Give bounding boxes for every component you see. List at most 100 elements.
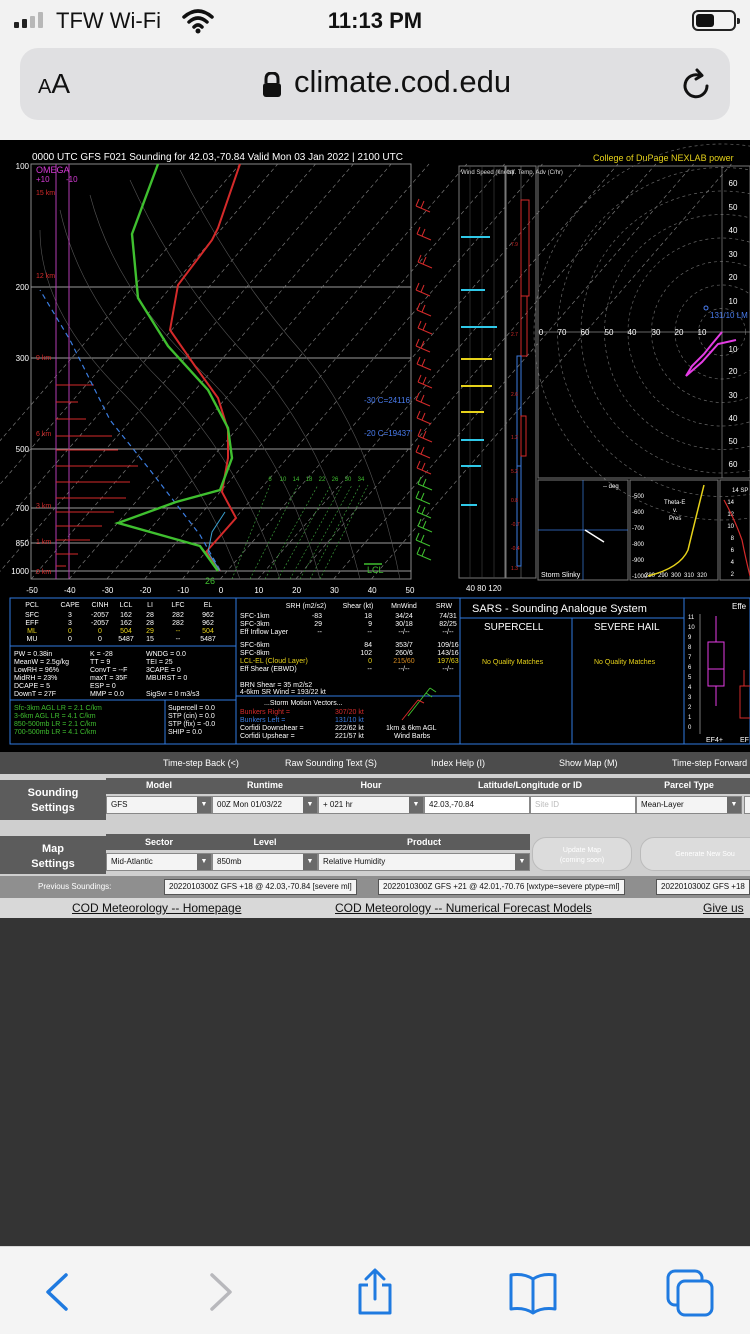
kin-cell: --: [317, 629, 322, 636]
thermo-index: WNDG = 0.0: [146, 651, 186, 658]
parcel-cell: 15: [146, 636, 154, 643]
wind-barbs: [415, 198, 433, 561]
give-us-link[interactable]: Give us: [703, 901, 744, 915]
wind-speed-bars: [461, 236, 497, 506]
thermo-index: ESP = 0: [90, 683, 116, 690]
hodograph-ring-label: 30: [729, 250, 738, 259]
tabs-icon[interactable]: [666, 1267, 716, 1317]
level-minus-30: -30 C=24116': [364, 396, 412, 405]
kin-cell: 74/31: [439, 613, 457, 620]
update-map-button[interactable]: Update Map (coming soon): [532, 837, 632, 871]
parcel-header: LCL: [120, 602, 133, 609]
timestep-forward-link[interactable]: Time-step Forward: [672, 758, 747, 768]
boxplot-axis-label: 5: [688, 675, 692, 681]
reload-icon[interactable]: [680, 68, 712, 107]
runtime-select[interactable]: 00Z Mon 01/03/22 ▼: [212, 796, 318, 814]
site-id-input[interactable]: Site ID: [530, 796, 636, 814]
parcel-cell: 962: [202, 612, 214, 619]
parcel-cell: 0: [68, 636, 72, 643]
wind-barb-flag: [416, 302, 421, 311]
hour-select[interactable]: + 021 hr ▼: [318, 796, 424, 814]
wind-barb: [415, 399, 431, 407]
agl-wind-barbs: [401, 687, 437, 721]
parcel-cell: 282: [172, 620, 184, 627]
previous-sounding-2[interactable]: 2022010300Z GFS +21 @ 42.01,-70.76 [wxty…: [378, 879, 625, 895]
wind-barb-flag: [421, 548, 426, 557]
temp-adv-value: 1.2: [511, 435, 518, 441]
parcel-header: PCL: [25, 602, 39, 609]
wind-barb: [417, 435, 433, 443]
bookmarks-icon[interactable]: [508, 1267, 558, 1317]
pressure-label: 200: [16, 283, 30, 292]
kin-header: SRW: [436, 603, 453, 610]
hodograph-ring-label: 30: [729, 391, 738, 400]
wind-barb-flag: [416, 356, 421, 365]
level-select[interactable]: 850mb ▼: [212, 853, 318, 871]
latlon-input[interactable]: 42.03,-70.84: [424, 796, 530, 814]
index-help-link[interactable]: Index Help (I): [431, 758, 485, 768]
kin-cell: 215/60: [393, 658, 415, 665]
chevron-down-icon: ▼: [197, 854, 211, 870]
theta-e-label: Pres: [669, 516, 681, 522]
parcel-cell: 0: [98, 628, 102, 635]
thermo-index: 3CAPE = 0: [146, 667, 181, 674]
col-hour: Hour: [360, 780, 382, 790]
show-map-link[interactable]: Show Map (M): [559, 758, 618, 768]
wind-barb-flag: [421, 412, 426, 421]
sector-select[interactable]: Mid-Atlantic ▼: [106, 853, 212, 871]
surface-temp-label: 26: [205, 576, 215, 586]
forward-arrow-icon[interactable]: [194, 1267, 244, 1317]
previous-sounding-1[interactable]: 2022010300Z GFS +18 @ 42.03,-70.84 [seve…: [164, 879, 357, 895]
model-select[interactable]: GFS ▼: [106, 796, 212, 814]
pressure-label: 700: [16, 504, 30, 513]
temp-axis-label: -20: [140, 586, 152, 595]
mixing-ratio-label: 18: [306, 477, 313, 483]
url-text[interactable]: climate.cod.edu: [294, 64, 511, 100]
raw-sounding-text-link[interactable]: Raw Sounding Text (S): [285, 758, 377, 768]
hodograph-vector-label: 131/10 LM: [710, 311, 748, 320]
kin-cell: --: [367, 666, 372, 673]
kin-cell: 260/6: [395, 650, 413, 657]
text-size-button[interactable]: AA: [38, 68, 70, 100]
mixing-ratio-labels: 6 10 14 18 22 26 30 34: [268, 477, 365, 483]
cod-homepage-link[interactable]: COD Meteorology -- Homepage: [72, 901, 241, 915]
product-select[interactable]: Relative Humidity ▼: [318, 853, 530, 871]
hodograph-ring-label: 60: [581, 328, 590, 337]
boxplot-axis-label: 3: [688, 695, 692, 701]
wind-barb-flag: [416, 504, 421, 513]
extra-select[interactable]: [744, 796, 750, 814]
wind-barbs-label-2: Wind Barbs: [394, 733, 431, 740]
parcel-trace: [39, 289, 221, 571]
storm-slinky-label: Storm Slinky: [541, 572, 581, 579]
generate-sounding-button[interactable]: Generate New Sou: [640, 837, 750, 871]
cod-models-link[interactable]: COD Meteorology -- Numerical Forecast Mo…: [335, 901, 592, 915]
bunkers-right-value: 307/20 kt: [335, 709, 364, 716]
browser-address-area: AA climate.cod.edu: [0, 42, 750, 140]
temp-axis-label: -30: [102, 586, 114, 595]
theta-e-pressure: -600: [632, 510, 645, 516]
address-bar[interactable]: AA climate.cod.edu: [20, 48, 730, 120]
wind-barb-flag: [422, 322, 427, 331]
previous-sounding-3[interactable]: 2022010300Z GFS +18: [656, 879, 750, 895]
share-icon[interactable]: [350, 1267, 400, 1317]
hail-axis-label: 4: [731, 560, 735, 566]
kin-label: SFC-3km: [240, 621, 270, 628]
lapse-rate: 700-500mb LR = 4.1 C/km: [14, 729, 96, 736]
parcel-type-select[interactable]: Mean-Layer ▼: [636, 796, 742, 814]
temp-adv-value: -0.7: [511, 522, 520, 528]
chevron-down-icon: ▼: [197, 797, 211, 813]
temp-axis-label: 10: [254, 586, 263, 595]
kin-label: SFC-8km: [240, 650, 270, 657]
composite-index: STP (fix) = -0.0: [168, 721, 215, 728]
isotherm-line: [0, 163, 316, 529]
theta-e-labels: Theta-Ev.Pres-500-600-700-800-900-100028…: [632, 494, 708, 580]
battery-icon: [692, 10, 740, 31]
pressure-label: 1000: [11, 567, 29, 576]
map-settings-label: Map Settings: [0, 836, 106, 874]
parcel-cell: SFC: [25, 612, 39, 619]
wind-barb-flag: [415, 282, 420, 291]
timestep-back-link[interactable]: Time-step Back (<): [163, 758, 239, 768]
parcel-cell: MU: [27, 636, 38, 643]
back-arrow-icon[interactable]: [34, 1267, 84, 1317]
wind-barb: [416, 363, 432, 371]
